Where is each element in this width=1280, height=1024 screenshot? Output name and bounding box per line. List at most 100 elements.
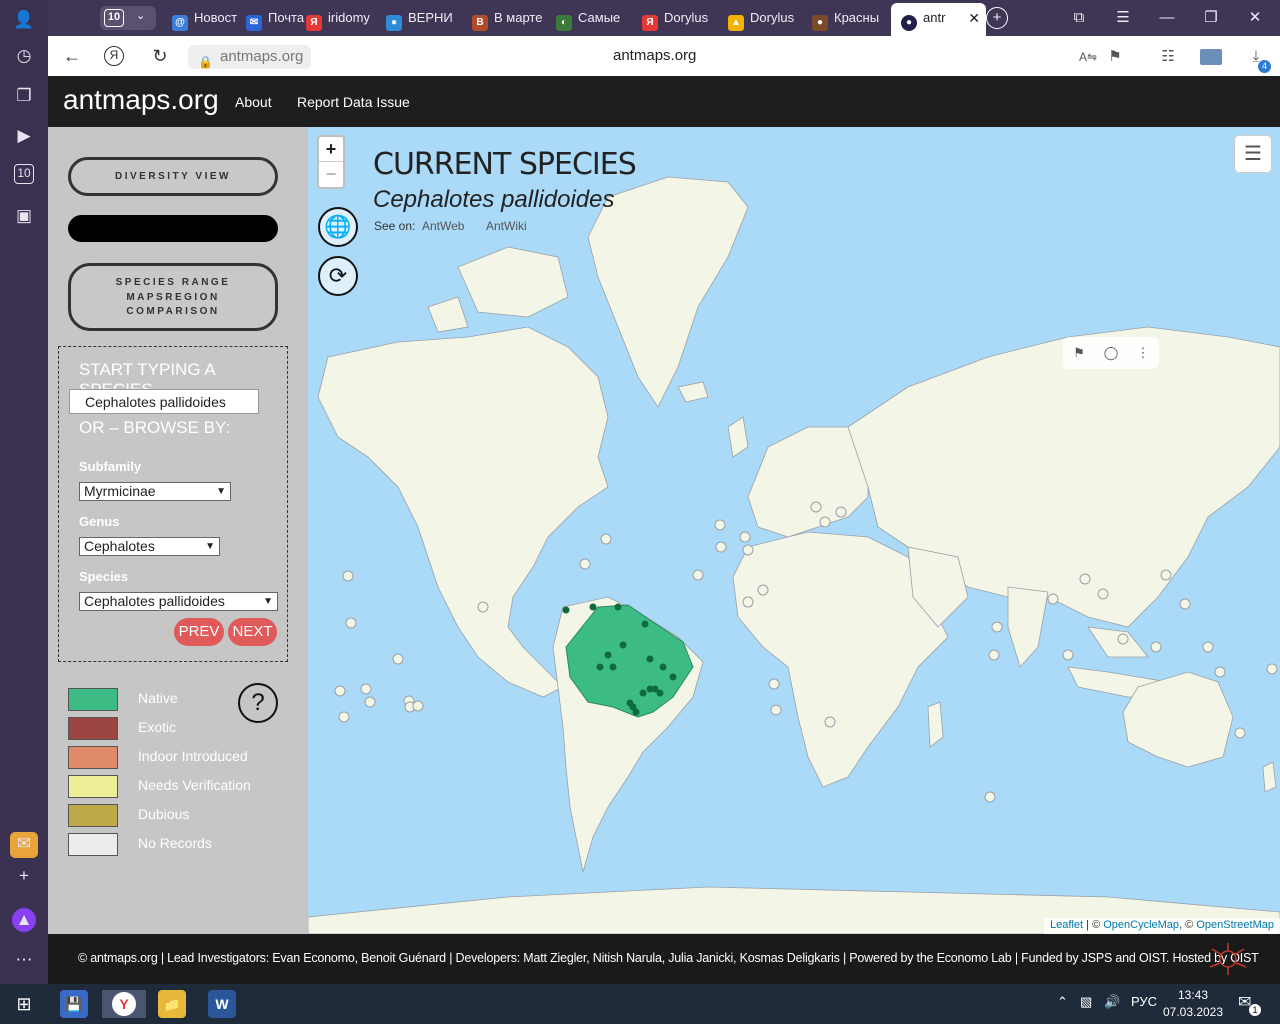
browser-tab[interactable]: Яiridomy bbox=[306, 5, 380, 31]
new-tab-button[interactable]: + bbox=[986, 7, 1008, 29]
lens-search-icon[interactable]: ◯ bbox=[1101, 343, 1121, 363]
antweb-link[interactable]: AntWeb bbox=[422, 219, 464, 233]
legend-label: No Records bbox=[138, 835, 212, 851]
browser-tab[interactable]: ▲ Dorylus bbox=[728, 5, 802, 31]
leaflet-link[interactable]: Leaflet bbox=[1050, 919, 1083, 931]
report-data-issue-link[interactable]: Report Data Issue bbox=[297, 94, 410, 110]
tab-favicon-icon: ◐ bbox=[556, 15, 572, 31]
volume-icon[interactable]: 🔊 bbox=[1104, 994, 1120, 1010]
more-icon[interactable]: ⋯ bbox=[12, 948, 36, 972]
windows-taskbar: ⊞ 💾 Y 📁 W ⌃ ▧ 🔊 РУС 13:43 07.03.2023 ✉ 1 bbox=[0, 984, 1280, 1024]
browser-tab[interactable]: Я Dorylus bbox=[642, 5, 716, 31]
url-domain: antmaps.org bbox=[220, 48, 304, 65]
site-info-pill[interactable]: 🔒 antmaps.org bbox=[188, 45, 312, 69]
diversity-view-button[interactable]: DIVERSITY VIEW bbox=[68, 157, 278, 196]
close-window-icon[interactable]: ✕ bbox=[1244, 7, 1266, 29]
bookmark-icon[interactable]: ⚑ bbox=[1069, 343, 1089, 363]
refresh-icon[interactable]: ⟳ bbox=[318, 256, 358, 296]
translate-icon[interactable]: A⇋ bbox=[1076, 45, 1100, 69]
browser-tab[interactable]: ◐ Самые bbox=[556, 5, 630, 31]
alice-icon[interactable]: ▲ bbox=[12, 908, 36, 932]
genus-select[interactable]: Cephalotes ▼ bbox=[79, 537, 220, 556]
language-indicator[interactable]: РУС bbox=[1131, 994, 1157, 1009]
next-button[interactable]: NEXT bbox=[228, 618, 277, 646]
browser-sidebar: 👤 ◷ ❐ ▶ 10 ▣ ✉ + ▲ ⋯ bbox=[0, 0, 48, 984]
browser-tab[interactable]: ● ВЕРНИ bbox=[386, 5, 460, 31]
tab-favicon-icon: B bbox=[472, 15, 488, 31]
restore-icon[interactable]: ❐ bbox=[1200, 7, 1222, 29]
windows-start-icon[interactable]: ⊞ bbox=[10, 990, 38, 1018]
attribution-separator: | © bbox=[1083, 919, 1104, 931]
url-field[interactable]: antmaps.org bbox=[613, 47, 696, 64]
menu-icon[interactable]: ☰ bbox=[1112, 7, 1134, 29]
yandex-icon[interactable]: Я bbox=[104, 46, 124, 66]
more-icon[interactable]: ⋮ bbox=[1133, 343, 1153, 363]
bookmarks-panel-icon[interactable]: ☷ bbox=[1156, 45, 1180, 69]
file-explorer-icon[interactable]: 📁 bbox=[158, 990, 186, 1018]
tabs-counter-icon[interactable]: 10 bbox=[14, 164, 34, 184]
genus-label: Genus bbox=[79, 514, 120, 529]
browser-tab[interactable]: B В марте bbox=[472, 5, 546, 31]
zoom-out-button[interactable]: − bbox=[319, 162, 343, 187]
tab-favicon-icon: ● bbox=[386, 15, 402, 31]
add-panel-icon[interactable]: + bbox=[12, 864, 36, 888]
collections-icon[interactable]: ❐ bbox=[12, 84, 36, 108]
world-map[interactable]: + − CURRENT SPECIES Cephalotes pallidoid… bbox=[308, 127, 1280, 934]
browse-heading: OR – BROWSE BY: bbox=[79, 418, 231, 437]
tab-count-button[interactable]: 10 ⌄ bbox=[100, 6, 156, 30]
profile-icon[interactable]: 👤 bbox=[12, 8, 36, 32]
bookmark-icon[interactable]: ⚑ bbox=[1103, 45, 1127, 69]
species-view-button[interactable] bbox=[68, 215, 278, 242]
back-icon[interactable]: ← bbox=[60, 44, 84, 68]
screenshot-icon[interactable]: ▣ bbox=[12, 204, 36, 228]
legend-swatch bbox=[68, 717, 118, 740]
legend-swatch bbox=[68, 775, 118, 798]
about-link[interactable]: About bbox=[235, 94, 272, 110]
globe-icon[interactable]: 🌐 bbox=[318, 207, 358, 247]
subfamily-select[interactable]: Myrmicinae ▼ bbox=[79, 482, 231, 501]
site-footer: © antmaps.org | Lead Investigators: Evan… bbox=[48, 934, 1280, 984]
legend-swatch bbox=[68, 833, 118, 856]
opencyclemap-link[interactable]: OpenCycleMap bbox=[1103, 919, 1179, 931]
antwiki-link[interactable]: AntWiki bbox=[486, 219, 527, 233]
clock-date: 07.03.2023 bbox=[1162, 1005, 1224, 1019]
clock[interactable]: 13:43 07.03.2023 bbox=[1158, 987, 1228, 1021]
site-logo[interactable]: antmaps.org bbox=[63, 84, 219, 116]
image-icon[interactable] bbox=[1200, 49, 1222, 65]
video-icon[interactable]: ▶ bbox=[12, 124, 36, 148]
species-search-input[interactable] bbox=[69, 389, 259, 414]
tab-count: 10 bbox=[104, 9, 124, 27]
tab-antmaps[interactable]: ● antr ✕ bbox=[891, 3, 986, 36]
legend-swatch bbox=[68, 746, 118, 769]
antmaps-favicon: ● bbox=[901, 15, 917, 31]
tab-label: Самые bbox=[578, 10, 621, 25]
mail-icon[interactable]: ✉ bbox=[10, 832, 38, 858]
save-app-icon[interactable]: 💾 bbox=[60, 990, 88, 1018]
chevron-down-icon: ▼ bbox=[263, 596, 273, 607]
browser-tab[interactable]: @ Новост bbox=[172, 5, 246, 31]
tab-label: Почта bbox=[268, 10, 305, 25]
word-icon[interactable]: W bbox=[208, 990, 236, 1018]
clock-time: 13:43 bbox=[1177, 988, 1209, 1002]
network-icon[interactable]: ▧ bbox=[1080, 994, 1092, 1010]
site-header: antmaps.org About Report Data Issue bbox=[48, 76, 1280, 127]
collections-icon[interactable]: ⧉ bbox=[1068, 7, 1090, 29]
prev-button[interactable]: PREV bbox=[174, 618, 224, 646]
zoom-control: + − bbox=[317, 135, 345, 189]
reload-icon[interactable]: ↻ bbox=[148, 44, 172, 68]
close-tab-icon[interactable]: ✕ bbox=[968, 3, 980, 33]
browser-tab[interactable]: ● Красны bbox=[812, 5, 886, 31]
minimize-icon[interactable]: — bbox=[1156, 7, 1178, 29]
help-button[interactable]: ? bbox=[238, 683, 278, 723]
openstreetmap-link[interactable]: OpenStreetMap bbox=[1196, 919, 1274, 931]
chevron-up-icon[interactable]: ⌃ bbox=[1057, 994, 1068, 1010]
yandex-browser-taskbar-icon[interactable]: Y bbox=[102, 990, 146, 1018]
history-icon[interactable]: ◷ bbox=[12, 44, 36, 68]
tab-label: В марте bbox=[494, 10, 543, 25]
zoom-in-button[interactable]: + bbox=[319, 137, 343, 162]
tab-label: ВЕРНИ bbox=[408, 10, 453, 25]
control-panel: DIVERSITY VIEW SPECIES RANGE MAPSREGION … bbox=[48, 127, 308, 934]
species-range-comparison-button[interactable]: SPECIES RANGE MAPSREGION COMPARISON bbox=[68, 263, 278, 331]
species-select[interactable]: Cephalotes pallidoides ▼ bbox=[79, 592, 278, 611]
layers-icon[interactable]: ☰ bbox=[1234, 135, 1272, 173]
